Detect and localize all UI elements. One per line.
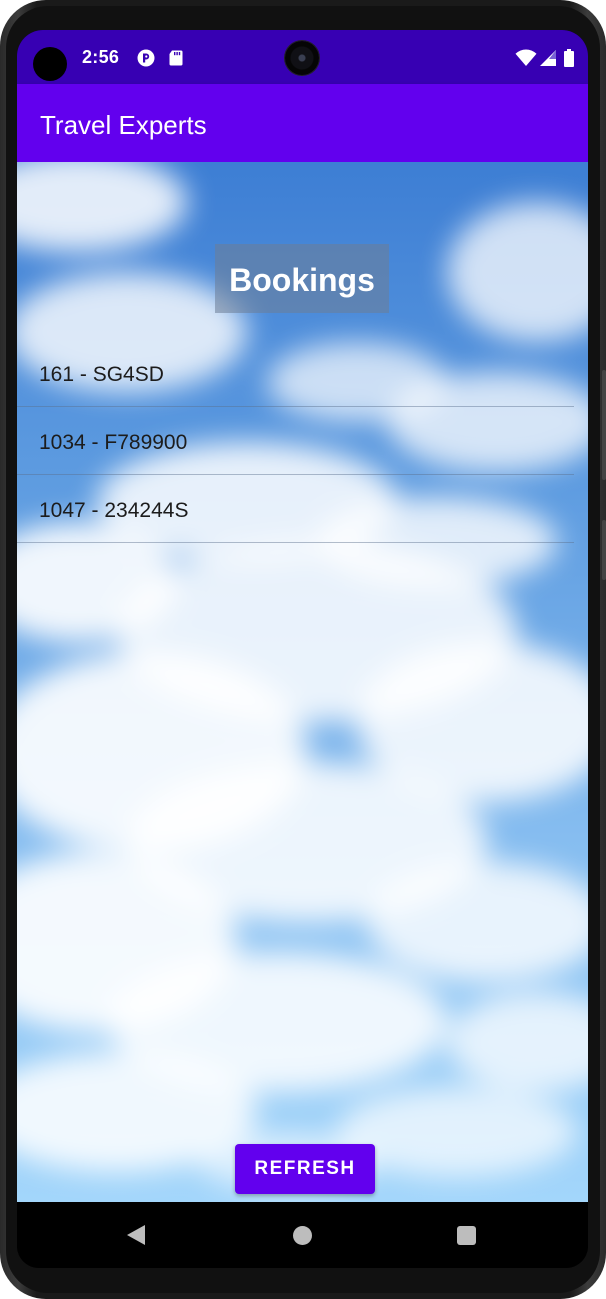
back-icon[interactable] xyxy=(125,1224,147,1246)
status-bar: 2:56 xyxy=(17,30,588,84)
phone-frame: 2:56 Travel Experts Bookings 161 - SG4SD… xyxy=(0,0,606,1299)
front-camera xyxy=(285,41,319,75)
booking-item[interactable]: 161 - SG4SD xyxy=(17,339,574,407)
screen: 2:56 Travel Experts Bookings 161 - SG4SD… xyxy=(17,30,588,1268)
bookings-heading: Bookings xyxy=(229,262,375,298)
bookings-heading-box: Bookings xyxy=(215,244,389,313)
navigation-bar xyxy=(17,1202,588,1268)
app-title: Travel Experts xyxy=(40,110,207,140)
cell-signal-icon xyxy=(540,50,556,66)
notification-icon xyxy=(137,49,155,67)
booking-label: 161 - SG4SD xyxy=(39,363,164,386)
wifi-icon xyxy=(515,49,537,66)
booking-label: 1047 - 234244S xyxy=(39,499,189,522)
status-time: 2:56 xyxy=(82,47,120,67)
volume-button xyxy=(602,370,606,480)
recents-icon[interactable] xyxy=(457,1226,476,1245)
app-bar: Travel Experts xyxy=(17,84,588,162)
booking-item[interactable]: 1047 - 234244S xyxy=(17,475,574,543)
bookings-screen: Bookings 161 - SG4SD 1034 - F789900 1047… xyxy=(17,162,588,1202)
booking-item[interactable]: 1034 - F789900 xyxy=(17,407,574,475)
camera-cutout-icon xyxy=(33,47,67,81)
sky-background xyxy=(17,162,588,1192)
bookings-list: 161 - SG4SD 1034 - F789900 1047 - 234244… xyxy=(17,339,574,543)
home-icon[interactable] xyxy=(293,1226,312,1245)
sd-card-icon xyxy=(169,50,183,66)
battery-icon xyxy=(564,49,574,67)
refresh-button[interactable]: REFRESH xyxy=(235,1144,375,1194)
booking-label: 1034 - F789900 xyxy=(39,431,188,454)
power-button xyxy=(602,520,606,580)
